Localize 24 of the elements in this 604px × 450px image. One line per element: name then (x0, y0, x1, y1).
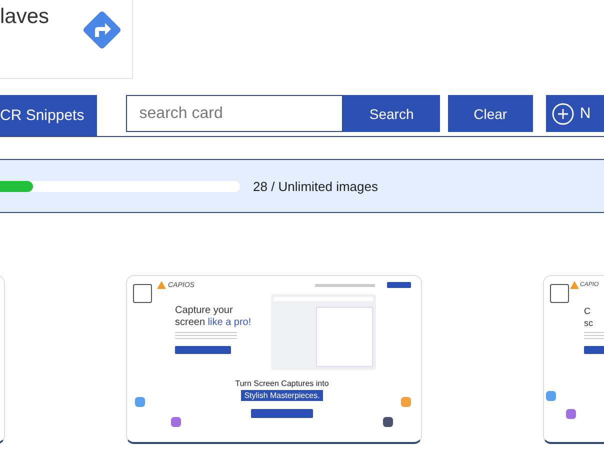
card-title: laves (0, 5, 50, 29)
checkbox[interactable] (550, 284, 569, 303)
feature-icon (135, 397, 145, 407)
search-field[interactable]: search card (126, 95, 344, 132)
banner-text: Turn Screen Captures into (235, 379, 329, 388)
cta-button-drawing (251, 409, 313, 418)
logo-icon (157, 281, 166, 289)
new-button[interactable]: N (546, 95, 604, 132)
get-started-button-drawing (387, 282, 411, 288)
headline: Capture your (175, 305, 234, 317)
headline: C (584, 305, 592, 317)
headline: screen like a pro! (175, 317, 252, 329)
action-button[interactable]: Clear (448, 95, 533, 132)
nav-links-drawing (315, 284, 375, 286)
logo-icon (570, 281, 579, 289)
action-button[interactable]: Search (343, 95, 440, 132)
tab[interactable]: CR Snippets (0, 95, 98, 136)
banner-highlight: Stylish Masterpieces. (241, 390, 323, 401)
checkbox[interactable] (133, 284, 152, 303)
cta-button-drawing (175, 346, 231, 354)
feature-icon (171, 417, 181, 427)
plus-circle-icon (552, 102, 574, 124)
headline: sc (584, 317, 594, 329)
quota-text: 28 / Unlimited images (253, 178, 378, 194)
